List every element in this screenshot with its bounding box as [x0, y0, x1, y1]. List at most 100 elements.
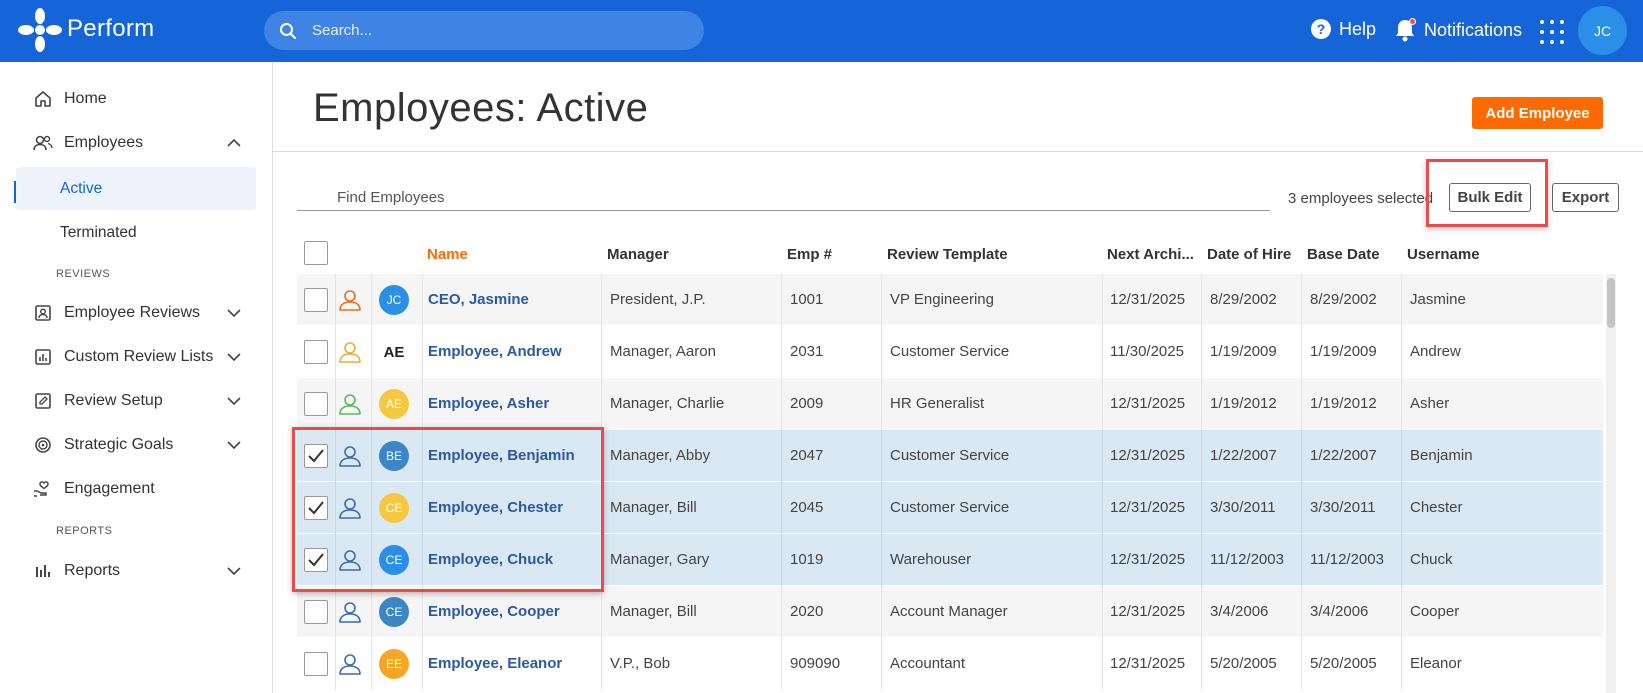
export-button[interactable]: Export	[1552, 183, 1619, 212]
table-row[interactable]: JC CEO, Jasmine President, J.P. 1001 VP Engi…	[297, 274, 1603, 326]
person-status-icon	[338, 444, 362, 472]
sidebar-item-terminated[interactable]: Terminated	[16, 211, 256, 254]
column-header-manager[interactable]: Manager	[607, 246, 669, 263]
sidebar-item-home[interactable]: Home	[16, 78, 256, 120]
sidebar-item-label: Home	[64, 90, 107, 107]
column-divider	[1401, 586, 1402, 638]
table-row[interactable]: AE Employee, Andrew Manager, Aaron 2031 Cust…	[297, 326, 1603, 378]
table-row[interactable]: EE Employee, Eleanor V.P., Bob 909090 Accoun…	[297, 638, 1603, 690]
column-divider	[371, 378, 372, 430]
person-status-icon	[338, 392, 362, 420]
sidebar-item-active[interactable]: Active	[16, 167, 256, 210]
table-row[interactable]: CE Employee, Chuck Manager, Gary 1019 Wareho…	[297, 534, 1603, 586]
column-divider	[781, 482, 782, 534]
sidebar-item-engagement[interactable]: Engagement	[16, 468, 256, 510]
column-divider	[881, 326, 882, 378]
sidebar-item-employees[interactable]: Employees	[16, 122, 256, 164]
employee-name-link[interactable]: Employee, Eleanor	[428, 655, 562, 672]
table-row[interactable]: BE Employee, Benjamin Manager, Abby 2047 Cus…	[297, 430, 1603, 482]
column-divider	[422, 482, 423, 534]
column-divider	[1401, 638, 1402, 690]
column-divider	[422, 638, 423, 690]
row-checkbox[interactable]	[304, 600, 328, 624]
employee-name-link[interactable]: Employee, Andrew	[428, 343, 562, 360]
row-checkbox[interactable]	[304, 496, 328, 520]
chevron-down-icon[interactable]	[226, 305, 242, 321]
sidebar-item-strategic-goals[interactable]: Strategic Goals	[16, 424, 256, 466]
cell-username: Jasmine	[1410, 291, 1466, 308]
column-divider	[1401, 274, 1402, 326]
table-row[interactable]: AE Employee, Asher Manager, Charlie 2009 HR …	[297, 378, 1603, 430]
cell-next-archive: 12/31/2025	[1110, 447, 1186, 464]
employee-name-link[interactable]: CEO, Jasmine	[428, 291, 529, 308]
column-header-base-date[interactable]: Base Date	[1307, 246, 1380, 263]
column-divider	[1301, 274, 1302, 326]
chevron-down-icon[interactable]	[226, 437, 242, 453]
employee-name-link[interactable]: Employee, Chester	[428, 499, 563, 516]
row-checkbox[interactable]	[304, 288, 328, 312]
global-search[interactable]	[264, 11, 704, 50]
cell-review-template: VP Engineering	[890, 291, 994, 308]
brand-name[interactable]: Perform	[67, 15, 154, 43]
row-checkbox[interactable]	[304, 444, 328, 468]
avatar: CE	[379, 545, 409, 575]
apps-grid-icon[interactable]	[1540, 20, 1564, 44]
help-link[interactable]: ? Help	[1310, 18, 1376, 40]
employee-name-link[interactable]: Employee, Cooper	[428, 603, 560, 620]
avatar: AE	[379, 389, 409, 419]
column-divider	[1102, 482, 1103, 534]
user-avatar[interactable]: JC	[1578, 6, 1627, 55]
column-header-emp-number[interactable]: Emp #	[787, 246, 832, 263]
employee-name-link[interactable]: Employee, Asher	[428, 395, 549, 412]
column-divider	[1201, 638, 1202, 690]
column-divider	[1301, 638, 1302, 690]
find-employees-input[interactable]	[297, 184, 1270, 211]
global-search-input[interactable]	[312, 11, 692, 50]
avatar: CE	[379, 493, 409, 523]
sidebar-item-review-setup[interactable]: Review Setup	[16, 380, 256, 422]
row-checkbox[interactable]	[304, 652, 328, 676]
notifications-link[interactable]: Notifications	[1394, 18, 1522, 42]
chevron-down-icon[interactable]	[226, 349, 242, 365]
employee-name-link[interactable]: Employee, Benjamin	[428, 447, 575, 464]
table-scrollbar[interactable]	[1606, 274, 1616, 693]
column-header-username[interactable]: Username	[1407, 246, 1480, 263]
sidebar-item-custom-review-lists[interactable]: Custom Review Lists	[16, 336, 256, 378]
person-status-icon	[338, 600, 362, 628]
cell-next-archive: 12/31/2025	[1110, 551, 1186, 568]
column-divider	[371, 326, 372, 378]
sidebar-item-employee-reviews[interactable]: Employee Reviews	[16, 292, 256, 334]
person-status-icon	[338, 496, 362, 524]
row-checkbox[interactable]	[304, 340, 328, 364]
avatar: BE	[379, 441, 409, 471]
page-title: Employees: Active	[313, 86, 649, 130]
employee-name-link[interactable]: Employee, Chuck	[428, 551, 553, 568]
avatar: EE	[379, 649, 409, 679]
column-divider	[781, 378, 782, 430]
column-header-date-of-hire[interactable]: Date of Hire	[1207, 246, 1291, 263]
chevron-up-icon[interactable]	[226, 135, 242, 151]
add-employee-button[interactable]: Add Employee	[1472, 97, 1603, 129]
column-divider	[371, 638, 372, 690]
chevron-down-icon[interactable]	[226, 563, 242, 579]
scrollbar-thumb[interactable]	[1607, 278, 1615, 328]
row-checkbox[interactable]	[304, 548, 328, 572]
perform-logo-icon[interactable]	[17, 7, 63, 53]
cell-base-date: 8/29/2002	[1310, 291, 1377, 308]
target-icon	[32, 434, 54, 456]
cell-emp-number: 2031	[790, 343, 824, 360]
row-checkbox[interactable]	[304, 392, 328, 416]
cell-next-archive: 12/31/2025	[1110, 395, 1186, 412]
sidebar-item-reports[interactable]: Reports	[16, 550, 256, 592]
column-header-name[interactable]: Name	[427, 246, 468, 263]
chevron-down-icon[interactable]	[226, 393, 242, 409]
bulk-edit-button[interactable]: Bulk Edit	[1449, 183, 1531, 212]
column-header-review-template[interactable]: Review Template	[887, 246, 1008, 263]
table-row[interactable]: CE Employee, Cooper Manager, Bill 2020 Accou…	[297, 586, 1603, 638]
cell-review-template: Customer Service	[890, 343, 1010, 360]
table-row[interactable]: CE Employee, Chester Manager, Bill 2045 Cust…	[297, 482, 1603, 534]
checkmark-icon	[308, 449, 324, 463]
column-header-next-archive[interactable]: Next Archi...	[1107, 246, 1194, 263]
list-chart-icon	[32, 346, 54, 368]
column-divider	[335, 482, 336, 534]
